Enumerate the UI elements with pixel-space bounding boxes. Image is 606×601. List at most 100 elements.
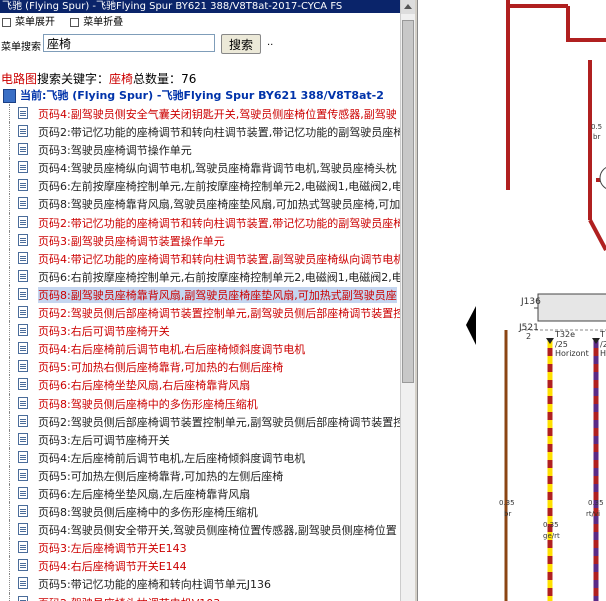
document-icon bbox=[18, 541, 28, 554]
j521-sub-label: 2 bbox=[526, 332, 532, 341]
tree-line bbox=[9, 465, 10, 484]
tree-line bbox=[9, 520, 10, 539]
more-ellipsis[interactable]: .. bbox=[267, 37, 273, 48]
document-icon bbox=[18, 306, 28, 319]
list-item[interactable]: 页码8:驾驶员侧后座椅中的多伤形座椅压缩机 bbox=[0, 502, 400, 521]
list-item[interactable]: 页码8:驾驶员侧后座椅中的多伤形座椅压缩机 bbox=[0, 393, 400, 412]
list-item[interactable]: 页码5:带记忆功能的座椅和转向柱调节单元J136 bbox=[0, 574, 400, 593]
list-item[interactable]: 页码4:右后座椅调节开关E144 bbox=[0, 556, 400, 575]
list-item[interactable]: 页码4:右后座椅前后调节电机,右后座椅倾斜度调节电机 bbox=[0, 339, 400, 358]
tree-line bbox=[9, 230, 10, 249]
search-label: 菜单搜索 bbox=[1, 42, 41, 53]
list-item[interactable]: 页码5:可加热右侧后座椅靠背,可加热的右侧后座椅 bbox=[0, 357, 400, 376]
document-icon bbox=[18, 360, 28, 373]
scroll-up-arrow-icon[interactable] bbox=[401, 0, 415, 14]
tree-line bbox=[9, 158, 10, 177]
list-item[interactable]: 页码8:驾驶员座椅靠背风扇,驾驶员座椅座垫风扇,可加热式驾驶员座椅,可加 bbox=[0, 194, 400, 213]
j136-label: J136 bbox=[521, 297, 541, 307]
document-icon bbox=[18, 125, 28, 138]
document-icon bbox=[18, 143, 28, 156]
wire-red-diag bbox=[588, 219, 606, 251]
list-item[interactable]: 页码4:左后座椅前后调节电机,左后座椅倾斜度调节电机 bbox=[0, 447, 400, 466]
list-item[interactable]: 页码6:左前按摩座椅控制单元,左前按摩座椅控制单元2,电磁阀1,电磁阀2,电 bbox=[0, 176, 400, 195]
document-icon bbox=[18, 197, 28, 210]
list-item[interactable]: 页码6:右后座椅坐垫风扇,右后座椅靠背风扇 bbox=[0, 375, 400, 394]
collapse-menu-button[interactable]: 菜单折叠 bbox=[68, 14, 123, 32]
document-icon bbox=[18, 324, 28, 337]
list-item-label: 页码2:驾驶员座椅头枕调节电机V103 bbox=[38, 595, 220, 601]
list-item[interactable]: 页码8:副驾驶员座椅靠背风扇,副驾驶员座椅座垫风扇,可加热式副驾驶员座 bbox=[0, 284, 400, 304]
wire4-size-label: 0.35 bbox=[588, 499, 604, 507]
wire2-size-label: 0.35 bbox=[499, 499, 515, 507]
document-icon bbox=[18, 505, 28, 518]
list-item[interactable]: 页码5:可加热左侧后座椅靠背,可加热的左侧后座椅 bbox=[0, 465, 400, 484]
list-item-label: 页码8:驾驶员座椅靠背风扇,驾驶员座椅座垫风扇,可加热式驾驶员座椅,可加 bbox=[38, 198, 400, 212]
list-item-label: 页码3:左后可调节座椅开关 bbox=[38, 433, 170, 447]
summary-count: 76 bbox=[181, 72, 197, 86]
list-item[interactable]: 页码2:带记忆功能的座椅调节和转向柱调节装置,带记忆功能的副驾驶员座椅 bbox=[0, 212, 400, 231]
list-item[interactable]: 页码6:左后座椅坐垫风扇,左后座椅靠背风扇 bbox=[0, 483, 400, 503]
expand-menu-button[interactable]: 菜单展开 bbox=[0, 14, 55, 32]
circuit-diagram: J136 J521 2 T32e /25 Horizont T /2 H 0.5… bbox=[418, 0, 606, 601]
list-item-label: 页码6:左前按摩座椅控制单元,左前按摩座椅控制单元2,电磁阀1,电磁阀2,电 bbox=[38, 180, 400, 194]
document-icon bbox=[18, 215, 28, 228]
list-item-label: 页码4:驾驶员侧安全带开关,驾驶员侧座椅位置传感器,副驾驶员侧座椅位置 bbox=[38, 524, 397, 538]
list-item[interactable]: 页码3:副驾驶员座椅调节装置操作单元 bbox=[0, 230, 400, 249]
t-right-pin-label: /2 bbox=[600, 340, 606, 349]
search-input[interactable] bbox=[43, 34, 215, 52]
current-vehicle[interactable]: 当前:飞驰 (Flying Spur) -飞驰Flying Spur BY621… bbox=[3, 87, 384, 103]
tree-line bbox=[9, 411, 10, 430]
list-item-label: 页码4:左后座椅前后调节电机,左后座椅倾斜度调节电机 bbox=[38, 451, 306, 465]
prev-page-arrow-icon bbox=[466, 306, 476, 345]
tree-line bbox=[9, 176, 10, 195]
document-icon bbox=[18, 161, 28, 174]
document-icon bbox=[18, 233, 28, 246]
tree-line bbox=[9, 393, 10, 412]
list-item[interactable]: 页码6:右前按摩座椅控制单元,右前按摩座椅控制单元2,电磁阀1,电磁阀2,电 bbox=[0, 266, 400, 285]
tree-line bbox=[9, 266, 10, 285]
list-item[interactable]: 页码3:左后可调节座椅开关 bbox=[0, 429, 400, 448]
tree-line bbox=[9, 212, 10, 231]
tree-line bbox=[9, 556, 10, 575]
list-item-label: 页码5:带记忆功能的座椅和转向柱调节单元J136 bbox=[38, 578, 271, 592]
list-item[interactable]: 页码2:驾驶员座椅头枕调节电机V103 bbox=[0, 592, 400, 601]
list-item[interactable]: 页码4:带记忆功能的座椅调节和转向柱调节装置,副驾驶员座椅纵向调节电机 bbox=[0, 248, 400, 267]
list-item-label: 页码8:驾驶员侧后座椅中的多伤形座椅压缩机 bbox=[38, 397, 258, 411]
scrollbar[interactable] bbox=[400, 0, 415, 601]
list-item-label: 页码2:带记忆功能的座椅调节和转向柱调节装置,带记忆功能的副驾驶员座椅 bbox=[38, 126, 400, 140]
list-item-label: 页码8:驾驶员侧后座椅中的多伤形座椅压缩机 bbox=[38, 506, 258, 520]
tree-line bbox=[9, 483, 10, 503]
document-icon bbox=[18, 432, 28, 445]
book-icon bbox=[3, 89, 16, 103]
list-item[interactable]: 页码2:驾驶员侧后部座椅调节装置控制单元,副驾驶员侧后部座椅调节装置控 bbox=[0, 303, 400, 322]
document-icon bbox=[18, 486, 28, 499]
summary-keyword: 座椅 bbox=[109, 72, 134, 86]
tree-line bbox=[9, 104, 10, 123]
document-icon bbox=[18, 523, 28, 536]
list-item-label: 页码4:右后座椅前后调节电机,右后座椅倾斜度调节电机 bbox=[38, 343, 306, 357]
tree-line bbox=[9, 284, 10, 304]
collapse-icon bbox=[70, 17, 80, 27]
list-item-label: 页码5:可加热左侧后座椅靠背,可加热的左侧后座椅 bbox=[38, 469, 284, 483]
list-item-label: 页码4:副驾驶员侧安全气囊关闭钥匙开关,驾驶员侧座椅位置传感器,副驾驶 bbox=[38, 108, 397, 121]
scroll-thumb[interactable] bbox=[402, 20, 414, 383]
list-item[interactable]: 页码4:驾驶员座椅纵向调节电机,驾驶员座椅靠背调节电机,驾驶员座椅头枕 bbox=[0, 158, 400, 177]
list-item[interactable]: 页码3:右后可调节座椅开关 bbox=[0, 321, 400, 340]
list-item-label: 页码2:驾驶员侧后部座椅调节装置控制单元,副驾驶员侧后部座椅调节装置控 bbox=[38, 415, 400, 429]
wire1-color-label: br bbox=[593, 133, 601, 141]
search-button[interactable]: 搜索 bbox=[221, 34, 261, 54]
menu-panel: 飞驰 (Flying Spur) -飞驰Flying Spur BY621 38… bbox=[0, 0, 400, 601]
list-item[interactable]: 页码2:带记忆功能的座椅调节和转向柱调节装置,带记忆功能的副驾驶员座椅 bbox=[0, 122, 400, 141]
list-item[interactable]: 页码4:副驾驶员侧安全气囊关闭钥匙开关,驾驶员侧座椅位置传感器,副驾驶 bbox=[0, 104, 400, 123]
list-item-label: 页码3:驾驶员座椅调节操作单元 bbox=[38, 144, 192, 158]
list-item-label: 页码5:可加热右侧后座椅靠背,可加热的右侧后座椅 bbox=[38, 361, 284, 375]
list-item[interactable]: 页码3:驾驶员座椅调节操作单元 bbox=[0, 140, 400, 159]
document-icon bbox=[18, 396, 28, 409]
tree-line bbox=[9, 574, 10, 593]
list-item[interactable]: 页码4:驾驶员侧安全带开关,驾驶员侧座椅位置传感器,副驾驶员侧座椅位置 bbox=[0, 520, 400, 539]
tree-line bbox=[9, 538, 10, 557]
summary-text2: 总数量： bbox=[133, 72, 182, 86]
list-item[interactable]: 页码2:驾驶员侧后部座椅调节装置控制单元,副驾驶员侧后部座椅调节装置控 bbox=[0, 411, 400, 430]
list-item[interactable]: 页码3:左后座椅调节开关E143 bbox=[0, 538, 400, 557]
tree-line bbox=[9, 592, 10, 601]
